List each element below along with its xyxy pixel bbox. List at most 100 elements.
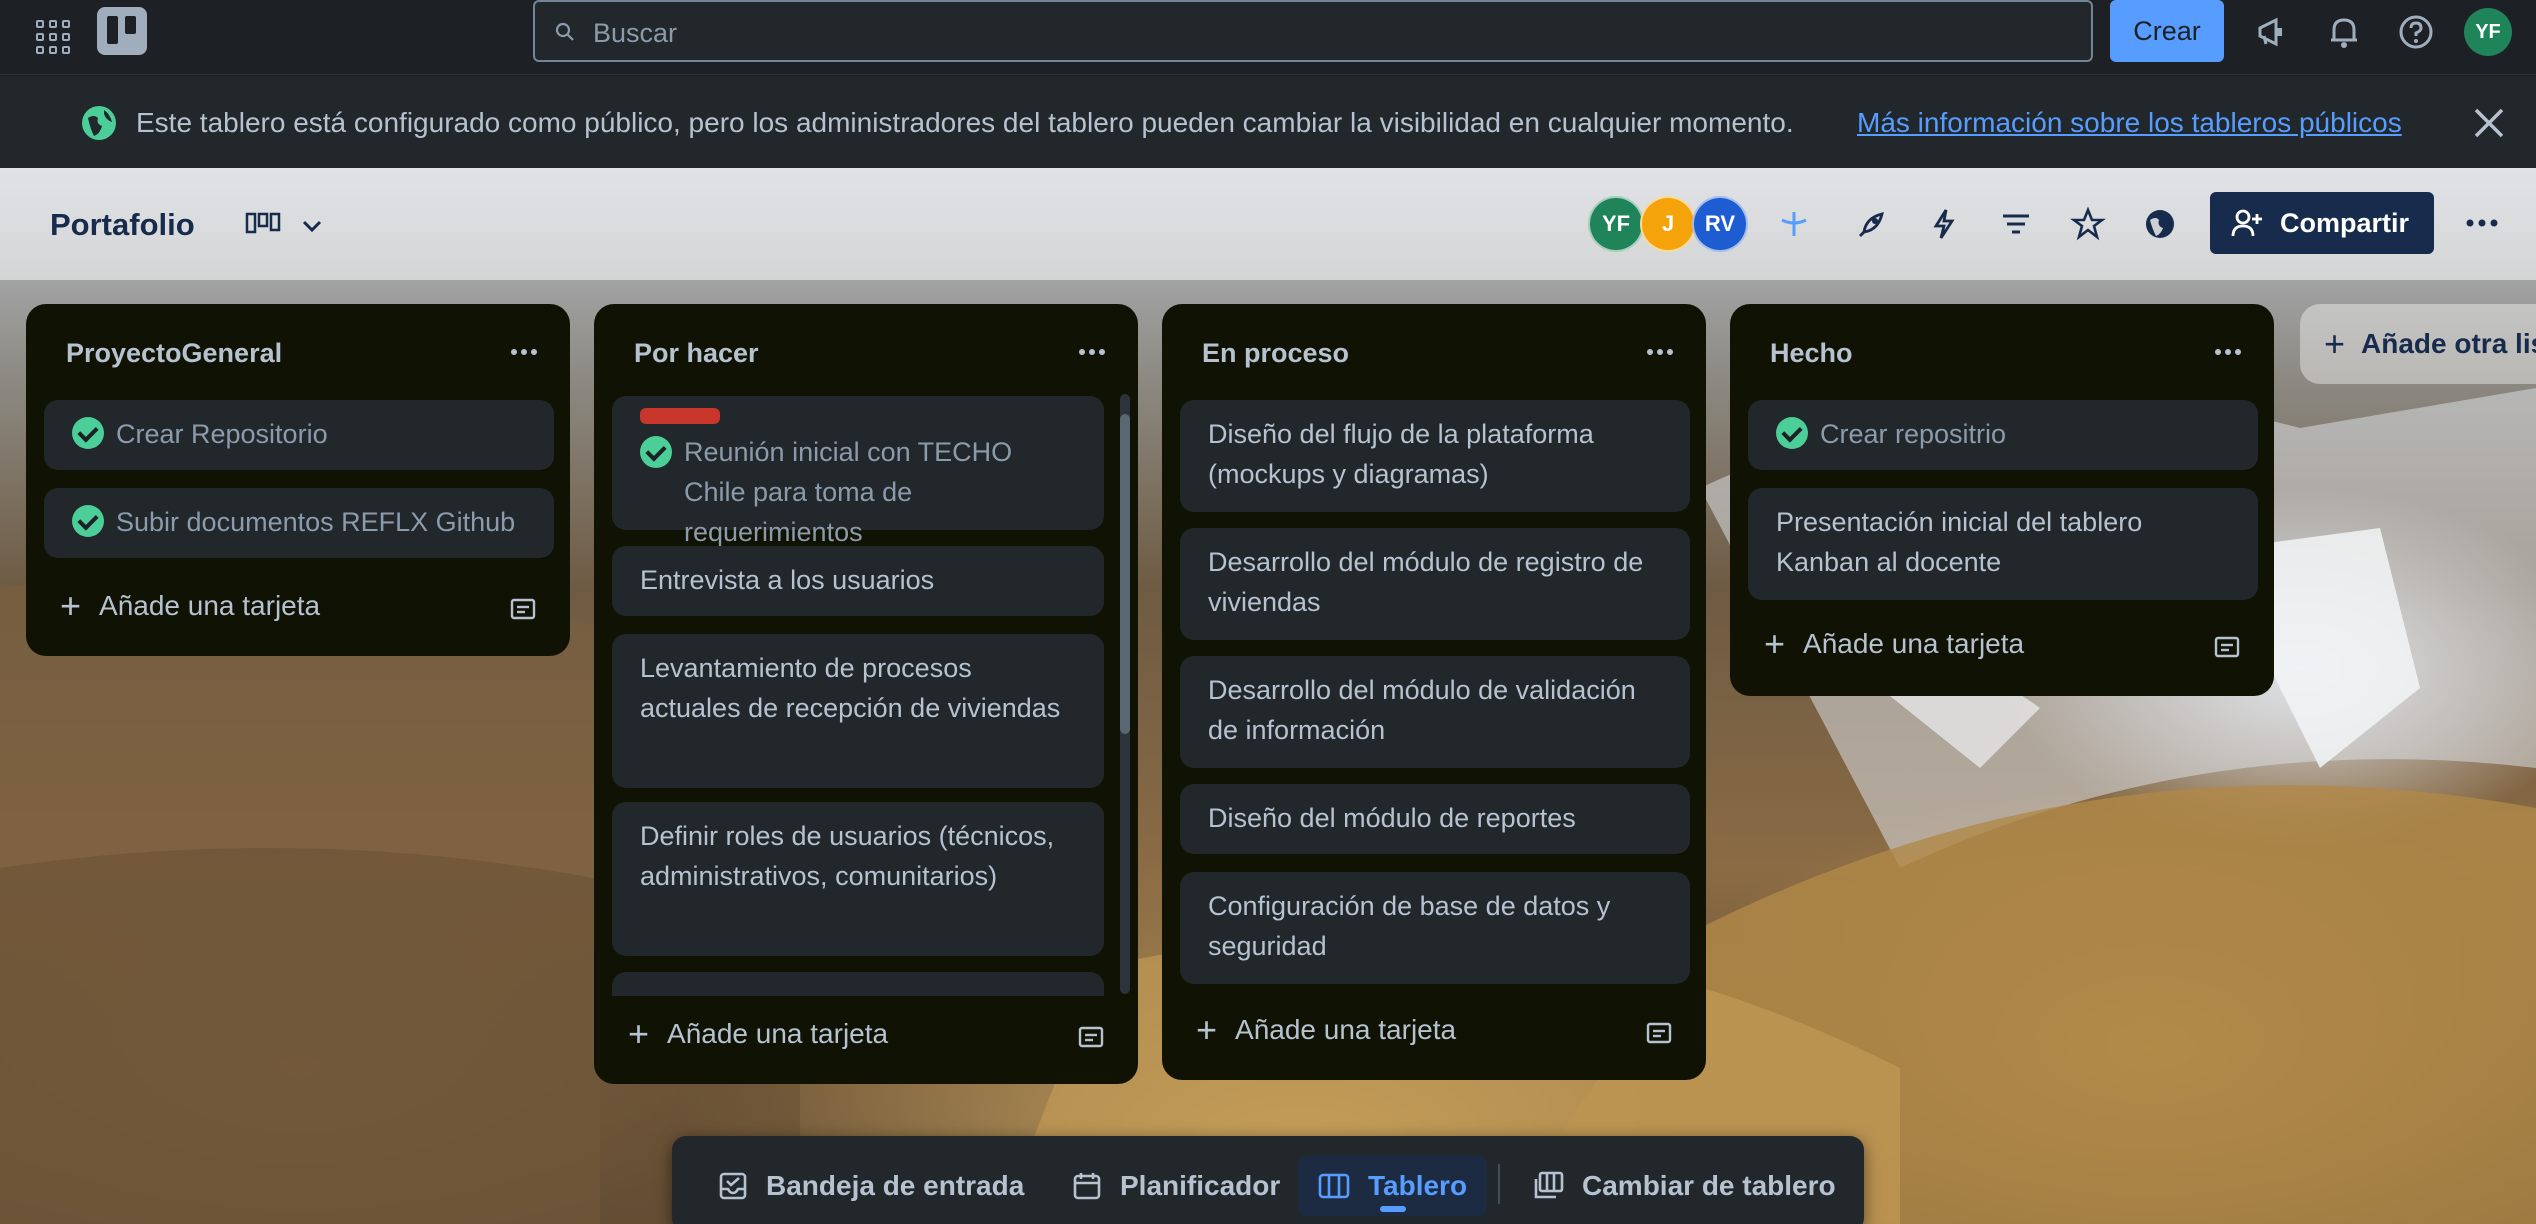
board-title[interactable]: Portafolio [50, 207, 195, 243]
add-card-label: Añade una tarjeta [1235, 1014, 1457, 1045]
bottom-switcher: Bandeja de entrada Planificador Tablero … [672, 1136, 1864, 1224]
card-title: Crear Repositorio [116, 419, 328, 449]
member-avatar[interactable]: J [1640, 196, 1696, 252]
bell-icon[interactable] [2324, 12, 2364, 52]
check-icon[interactable] [1776, 417, 1808, 449]
list-title[interactable]: En proceso [1202, 338, 1349, 369]
add-card-label: Añade una tarjeta [1803, 628, 2025, 659]
list-menu-icon[interactable] [508, 340, 540, 364]
list-hecho: Hecho Crear repositrio Presentación inic… [1730, 304, 2274, 696]
filter-icon[interactable] [1998, 206, 2034, 242]
add-card-button[interactable]: + Añade una tarjeta [1196, 1009, 1457, 1050]
card-list-scroll[interactable]: Reunión inicial con TECHO Chile para tom… [594, 396, 1138, 996]
add-list-label: Añade otra lista [2361, 328, 2536, 359]
card-template-icon[interactable] [1076, 1022, 1106, 1052]
plus-icon: + [2324, 323, 2346, 364]
card[interactable]: Diseño del módulo de reportes [1180, 784, 1690, 854]
list-proyectogeneral: ProyectoGeneral Crear Repositorio Subir … [26, 304, 570, 656]
add-card-button[interactable]: + Añade una tarjeta [1764, 623, 2025, 664]
check-icon[interactable] [72, 505, 104, 537]
user-avatar[interactable]: YF [2464, 8, 2512, 56]
plus-icon: + [60, 585, 82, 626]
card-title: Definir roles de usuarios (técnicos, adm… [640, 821, 1055, 891]
card[interactable]: Reunión inicial con TECHO Chile para tom… [612, 396, 1104, 547]
add-card-button[interactable]: + Añade una tarjeta [60, 585, 321, 626]
rocket-icon[interactable] [1854, 206, 1890, 242]
member-avatar[interactable]: RV [1692, 196, 1748, 252]
add-person-icon [2231, 209, 2262, 237]
search-placeholder: Buscar [593, 18, 678, 48]
close-icon[interactable] [2470, 104, 2508, 142]
card-title: Crear repositrio [1820, 419, 2007, 449]
chevron-down-icon[interactable] [298, 212, 326, 240]
list-menu-icon[interactable] [2212, 340, 2244, 364]
card-title: Configuración de base de datos y segurid… [1208, 891, 1611, 961]
plus-icon: + [1196, 1009, 1218, 1050]
list-title[interactable]: Por hacer [634, 338, 759, 369]
card[interactable]: Crear Repositorio [44, 400, 554, 470]
check-icon[interactable] [640, 436, 672, 468]
calendar-icon [1073, 1173, 1101, 1200]
inbox-label: Bandeja de entrada [766, 1170, 1025, 1201]
card[interactable]: Desarrollo del módulo de validación de i… [1180, 656, 1690, 768]
visibility-globe-icon[interactable] [2142, 206, 2178, 242]
list-menu-icon[interactable] [1076, 340, 1108, 364]
card-title: Diseño del flujo de la plataforma (mocku… [1208, 419, 1594, 489]
card[interactable]: Levantamiento de procesos actuales de re… [612, 634, 1104, 788]
card[interactable]: Subir documentos REFLX Github [44, 488, 554, 558]
card[interactable] [612, 972, 1104, 996]
switch-board-tab[interactable]: Cambiar de tablero [1512, 1156, 1856, 1216]
card[interactable]: Desarrollo del módulo de registro de viv… [1180, 528, 1690, 640]
card-title: Desarrollo del módulo de registro de viv… [1208, 547, 1644, 617]
app-switcher-icon[interactable] [32, 16, 70, 54]
member-avatar[interactable]: YF [1588, 196, 1644, 252]
list-title[interactable]: Hecho [1770, 338, 1853, 369]
help-icon[interactable] [2396, 12, 2436, 52]
banner-message: Este tablero está configurado como públi… [136, 107, 1794, 138]
planner-tab[interactable]: Planificador [1052, 1156, 1300, 1216]
megaphone-icon[interactable] [2252, 12, 2292, 52]
planner-label: Planificador [1120, 1170, 1281, 1201]
card-title: Levantamiento de procesos actuales de re… [640, 653, 1061, 723]
card-template-icon[interactable] [1644, 1018, 1674, 1048]
card-template-icon[interactable] [508, 594, 538, 624]
card-title: Reunión inicial con TECHO Chile para tom… [684, 437, 1013, 547]
card-label-red[interactable] [640, 408, 720, 424]
list-scrollbar-thumb[interactable] [1120, 414, 1130, 734]
check-icon[interactable] [72, 417, 104, 449]
inbox-tab[interactable]: Bandeja de entrada [698, 1156, 1044, 1216]
trello-logo[interactable] [97, 7, 147, 55]
list-por-hacer: Por hacer Reunión inicial con TECHO Chil… [594, 304, 1138, 1084]
card-title: Presentación inicial del tablero Kanban … [1776, 507, 2143, 577]
card[interactable]: Diseño del flujo de la plataforma (mocku… [1180, 400, 1690, 512]
star-icon[interactable] [2070, 206, 2106, 242]
search-icon [555, 22, 574, 41]
card[interactable]: Configuración de base de datos y segurid… [1180, 872, 1690, 984]
card-title: Diseño del módulo de reportes [1208, 803, 1576, 833]
switch-board-icon [1534, 1171, 1564, 1199]
switcher-divider [1498, 1164, 1500, 1204]
card-template-icon[interactable] [2212, 632, 2242, 662]
card[interactable]: Presentación inicial del tablero Kanban … [1748, 488, 2258, 600]
automation-icon[interactable] [1926, 206, 1962, 242]
add-card-button[interactable]: + Añade una tarjeta [628, 1016, 889, 1052]
card[interactable]: Definir roles de usuarios (técnicos, adm… [612, 802, 1104, 956]
create-button[interactable]: Crear [2110, 0, 2224, 62]
add-card-label: Añade una tarjeta [99, 590, 321, 621]
more-options-icon[interactable] [2462, 208, 2502, 238]
list-title[interactable]: ProyectoGeneral [66, 338, 282, 369]
card-title: Desarrollo del módulo de validación de i… [1208, 675, 1636, 745]
add-list-button[interactable]: + Añade otra lista [2300, 304, 2536, 384]
card-title: Subir documentos REFLX Github [116, 507, 516, 537]
search-input[interactable]: Buscar [533, 0, 2093, 62]
plus-icon: + [1764, 623, 1786, 664]
add-card-label: Añade una tarjeta [667, 1018, 889, 1049]
switch-board-label: Cambiar de tablero [1582, 1170, 1836, 1201]
public-boards-link[interactable]: Más información sobre los tableros públi… [1857, 107, 2402, 139]
board-view-icon[interactable] [245, 210, 281, 240]
power-up-icon[interactable] [1776, 206, 1812, 242]
card[interactable]: Crear repositrio [1748, 400, 2258, 470]
list-menu-icon[interactable] [1644, 340, 1676, 364]
card[interactable]: Entrevista a los usuarios [612, 546, 1104, 616]
card-title: Entrevista a los usuarios [640, 565, 935, 595]
